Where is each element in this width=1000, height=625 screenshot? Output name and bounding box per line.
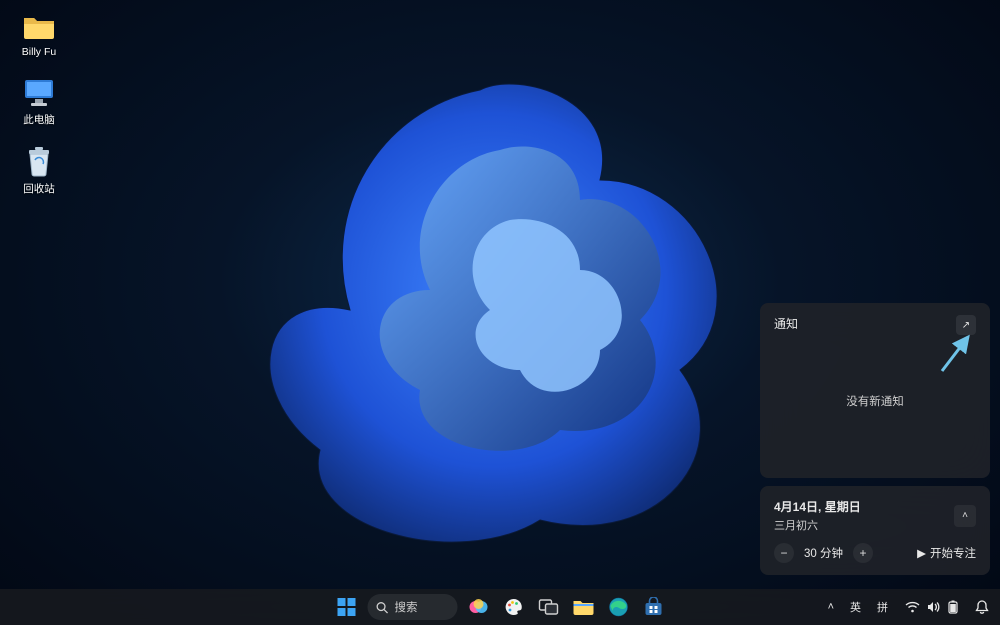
start-button[interactable]: [333, 593, 361, 621]
notification-center: 通知 ↗ 没有新通知 4月14日, 星期日 三月初六 ˄ − 30 分钟 +: [760, 303, 990, 575]
taskbar: 搜索 ˄ 英 拼: [0, 589, 1000, 625]
expand-icon: ↗: [962, 320, 970, 331]
edge-icon: [609, 597, 629, 617]
chevron-up-icon: ˄: [962, 510, 968, 521]
quick-settings-button[interactable]: [899, 597, 964, 617]
wallpaper-bloom: [200, 30, 760, 570]
store-icon: [644, 597, 664, 617]
focus-decrease-button[interactable]: −: [774, 543, 794, 563]
focus-duration-stepper: − 30 分钟 +: [774, 543, 873, 563]
calendar-lunar-date: 三月初六: [774, 517, 861, 533]
focus-start-label: 开始专注: [930, 545, 976, 561]
taskbar-copilot[interactable]: [465, 593, 493, 621]
focus-start-button[interactable]: ▶ 开始专注: [917, 545, 976, 561]
notifications-title: 通知: [774, 315, 798, 332]
tray-overflow-button[interactable]: ˄: [823, 598, 839, 616]
focus-duration-value: 30 分钟: [798, 545, 849, 561]
notifications-card: 通知 ↗ 没有新通知: [760, 303, 990, 478]
paint-icon: [504, 597, 524, 617]
bell-icon: [975, 600, 989, 615]
taskbar-paint[interactable]: [500, 593, 528, 621]
copilot-icon: [468, 596, 490, 618]
taskbar-center: 搜索: [333, 593, 668, 621]
folder-icon: [22, 10, 56, 44]
search-placeholder: 搜索: [395, 599, 418, 615]
calendar-collapse-button[interactable]: ˄: [954, 505, 976, 527]
desktop-icon-recycle-bin[interactable]: 回收站: [8, 143, 70, 198]
desktop-icon-label: Billy Fu: [22, 46, 56, 58]
folder-icon: [573, 598, 595, 616]
taskbar-search[interactable]: 搜索: [368, 594, 458, 620]
recycle-bin-icon: [22, 145, 56, 179]
notifications-empty-text: 没有新通知: [774, 335, 976, 466]
chevron-up-icon: ˄: [828, 601, 834, 613]
desktop-icon-label: 此电脑: [23, 112, 55, 127]
taskbar-tray: ˄ 英 拼: [823, 596, 994, 618]
taskbar-file-explorer[interactable]: [570, 593, 598, 621]
play-icon: ▶: [917, 546, 926, 560]
wifi-icon: [905, 601, 920, 613]
ime-language-button[interactable]: 英: [845, 596, 866, 618]
desktop-icon-this-pc[interactable]: 此电脑: [8, 74, 70, 129]
taskbar-store[interactable]: [640, 593, 668, 621]
focus-increase-button[interactable]: +: [853, 543, 873, 563]
calendar-date: 4月14日, 星期日: [774, 498, 861, 515]
windows-logo-icon: [338, 598, 356, 616]
desktop-icon-user-folder[interactable]: Billy Fu: [8, 8, 70, 60]
ime-mode-button[interactable]: 拼: [872, 596, 893, 618]
taskbar-task-view[interactable]: [535, 593, 563, 621]
monitor-icon: [22, 76, 56, 110]
notifications-button[interactable]: [970, 597, 994, 618]
desktop-icon-label: 回收站: [23, 181, 55, 196]
task-view-icon: [539, 599, 559, 615]
notifications-expand-button[interactable]: ↗: [956, 315, 976, 335]
battery-icon: [948, 600, 958, 614]
taskbar-edge[interactable]: [605, 593, 633, 621]
search-icon: [376, 601, 389, 614]
volume-icon: [927, 601, 941, 613]
calendar-focus-card: 4月14日, 星期日 三月初六 ˄ − 30 分钟 + ▶ 开始专注: [760, 486, 990, 575]
desktop-icons: Billy Fu 此电脑 回收站: [8, 8, 70, 198]
